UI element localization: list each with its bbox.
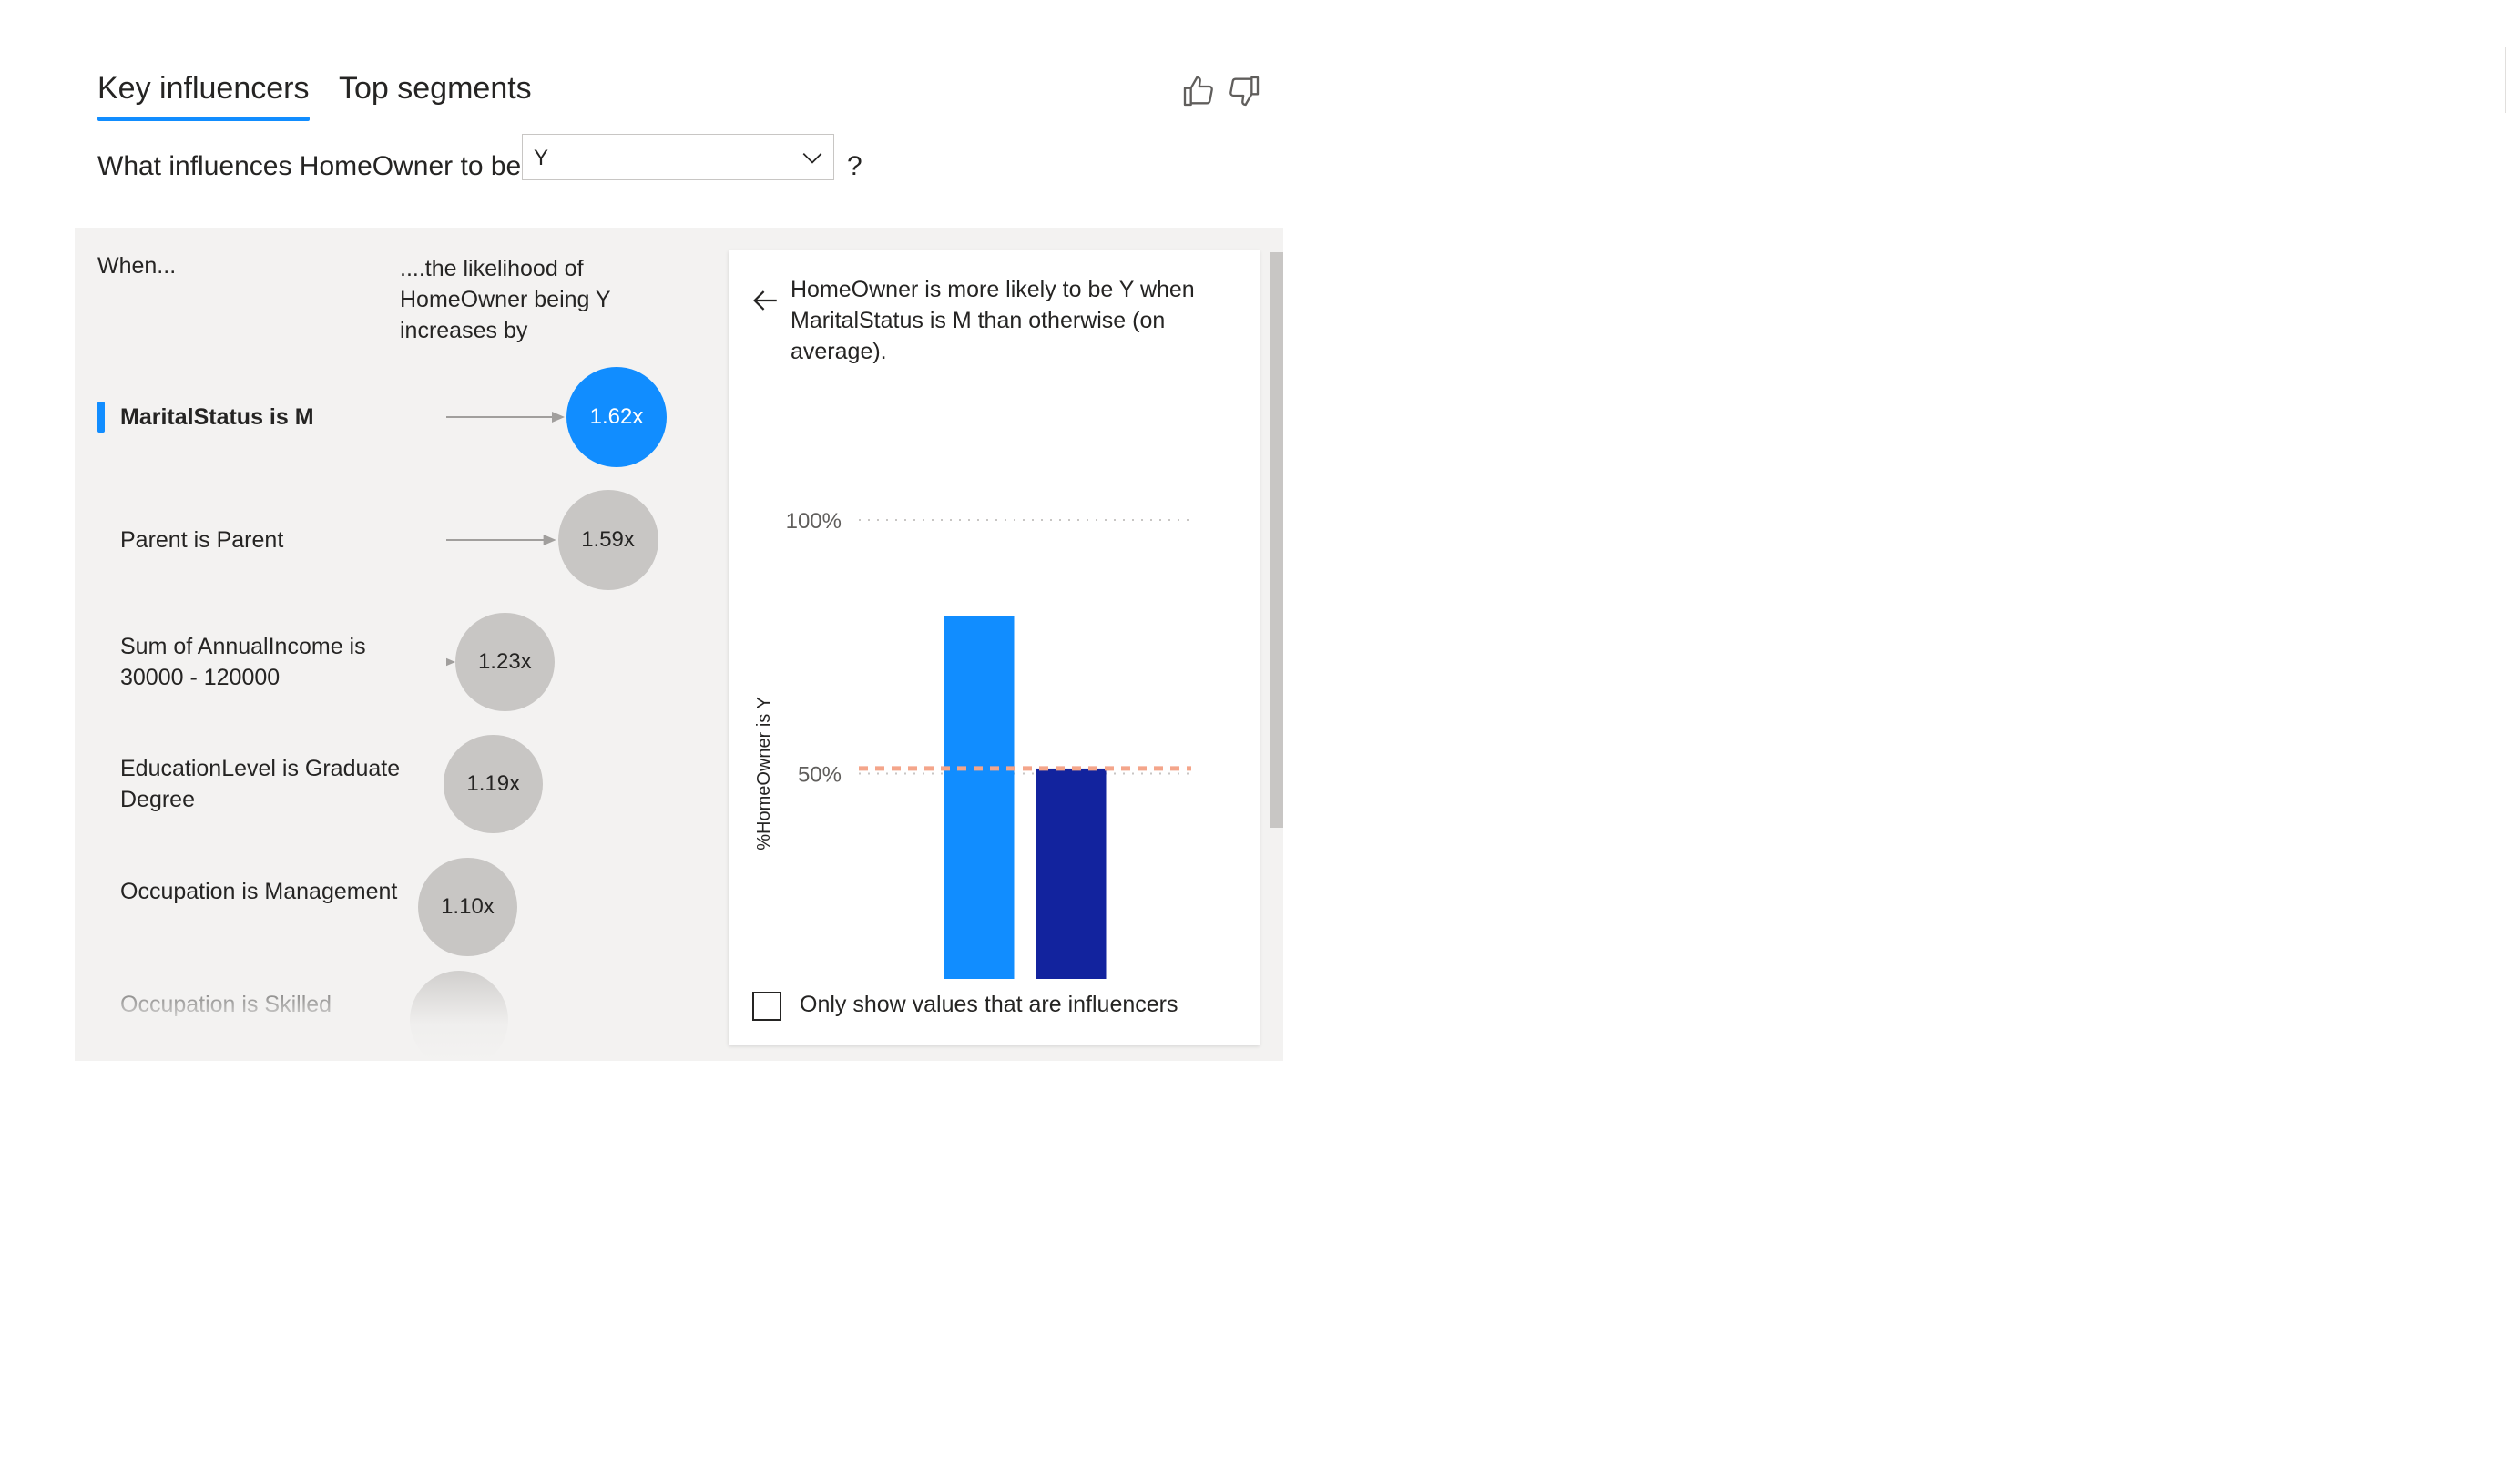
arrow-icon xyxy=(446,535,556,545)
influencer-detail-card: HomeOwner is more likely to be Y when Ma… xyxy=(729,250,1260,1045)
key-influencers-visual: Key influencers Top segments What influe… xyxy=(0,0,1293,1075)
influencer-label: Parent is Parent xyxy=(120,527,284,553)
chevron-down-icon xyxy=(802,153,822,164)
influence-bubble[interactable]: 1.10x xyxy=(418,857,517,957)
question-prefix: What influences HomeOwner to be xyxy=(97,151,522,181)
target-value-dropdown[interactable]: Y xyxy=(522,134,834,180)
arrow-icon xyxy=(446,657,455,667)
only-influencers-label: Only show values that are influencers xyxy=(800,992,1178,1017)
y-tick-label: 100% xyxy=(786,509,842,534)
only-influencers-checkbox[interactable] xyxy=(752,992,781,1021)
influence-bubble[interactable]: 1.62x xyxy=(566,367,667,467)
y-axis-title: %HomeOwner is Y xyxy=(754,697,774,851)
tab-key-influencers[interactable]: Key influencers xyxy=(97,71,309,107)
bar-m xyxy=(944,616,1015,979)
back-arrow-icon[interactable] xyxy=(750,285,780,316)
thumbs-up-icon[interactable] xyxy=(1180,73,1217,109)
column-header-when: When... xyxy=(97,253,177,279)
influence-bubble[interactable]: 1.19x xyxy=(444,734,544,834)
detail-description: HomeOwner is more likely to be Y when Ma… xyxy=(791,277,1195,364)
influencer-label: MaritalStatus is M xyxy=(120,404,314,430)
y-tick-label: 50% xyxy=(798,763,842,788)
selected-row-marker xyxy=(97,402,105,433)
dropdown-selected-value: Y xyxy=(534,146,549,170)
arrow-icon xyxy=(446,412,565,423)
influencer-label: EducationLevel is Graduate Degree xyxy=(120,756,401,812)
marital-status-chart: 0%50%100%MSMaritalStatus%HomeOwner is Y xyxy=(754,509,1191,979)
influence-bubble[interactable]: 1.23x xyxy=(454,612,555,712)
bar-s xyxy=(1036,768,1107,979)
list-fade-overlay xyxy=(75,956,730,1061)
influencer-label: Sum of AnnualIncome is 30000 - 120000 xyxy=(120,634,366,690)
influencer-label: Occupation is Management xyxy=(120,879,398,904)
active-tab-indicator xyxy=(97,117,310,121)
question-suffix: ? xyxy=(847,151,862,181)
influence-bubble[interactable]: 1.59x xyxy=(557,490,658,590)
scrollbar-thumb[interactable] xyxy=(1270,252,1283,828)
thumbs-down-icon[interactable] xyxy=(1226,73,1262,109)
page-edge-divider xyxy=(2505,47,2506,113)
tab-top-segments[interactable]: Top segments xyxy=(339,71,532,107)
influencers-panel: When... ....the likelihood of HomeOwner … xyxy=(75,228,1283,1061)
column-header-likelihood: ....the likelihood of HomeOwner being Y … xyxy=(400,256,611,343)
